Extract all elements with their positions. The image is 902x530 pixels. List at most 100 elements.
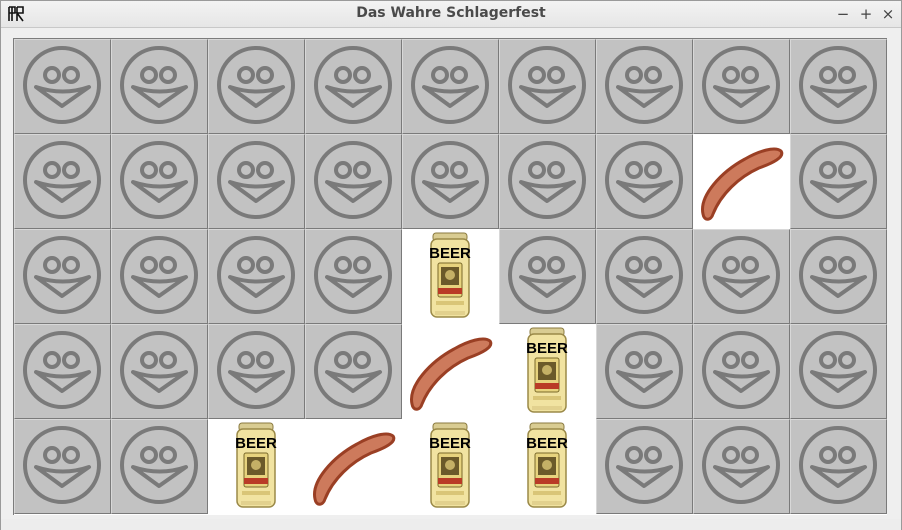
hidden-tile[interactable] bbox=[111, 324, 208, 419]
sausage-icon bbox=[313, 432, 396, 506]
beer-tile[interactable]: BEER bbox=[402, 229, 499, 324]
smiley-icon bbox=[217, 331, 295, 409]
svg-text:BEER: BEER bbox=[526, 340, 568, 357]
hidden-tile[interactable] bbox=[208, 324, 305, 419]
smiley-icon bbox=[120, 331, 198, 409]
smiley-icon bbox=[799, 46, 877, 124]
hidden-tile[interactable] bbox=[402, 134, 499, 229]
smiley-icon bbox=[23, 141, 101, 219]
app-window: Das Wahre Schlagerfest − + × BEER BEER B… bbox=[0, 0, 902, 530]
hidden-tile[interactable] bbox=[14, 134, 111, 229]
svg-text:BEER: BEER bbox=[235, 435, 277, 452]
beer-can-icon: BEER bbox=[526, 422, 568, 508]
hidden-tile[interactable] bbox=[596, 419, 693, 514]
beer-can-icon: BEER bbox=[429, 232, 471, 318]
smiley-icon bbox=[799, 426, 877, 504]
title-bar[interactable]: Das Wahre Schlagerfest − + × bbox=[1, 1, 901, 28]
smiley-icon bbox=[314, 236, 392, 314]
hidden-tile[interactable] bbox=[596, 134, 693, 229]
hidden-tile[interactable] bbox=[111, 419, 208, 514]
hidden-tile[interactable] bbox=[111, 39, 208, 134]
hidden-tile[interactable] bbox=[790, 419, 887, 514]
smiley-icon bbox=[217, 46, 295, 124]
hidden-tile[interactable] bbox=[208, 39, 305, 134]
smiley-icon bbox=[120, 426, 198, 504]
sausage-icon bbox=[410, 337, 493, 411]
smiley-icon bbox=[23, 46, 101, 124]
smiley-icon bbox=[605, 46, 683, 124]
hidden-tile[interactable] bbox=[693, 39, 790, 134]
smiley-icon bbox=[23, 236, 101, 314]
hidden-tile[interactable] bbox=[790, 324, 887, 419]
hidden-tile[interactable] bbox=[111, 229, 208, 324]
hidden-tile[interactable] bbox=[14, 39, 111, 134]
smiley-icon bbox=[314, 141, 392, 219]
hidden-tile[interactable] bbox=[790, 39, 887, 134]
beer-can-icon: BEER bbox=[235, 422, 277, 508]
smiley-icon bbox=[508, 46, 586, 124]
smiley-icon bbox=[314, 46, 392, 124]
hidden-tile[interactable] bbox=[14, 324, 111, 419]
smiley-icon bbox=[702, 426, 780, 504]
close-button[interactable]: × bbox=[878, 4, 898, 24]
svg-text:BEER: BEER bbox=[526, 435, 568, 452]
hidden-tile[interactable] bbox=[208, 134, 305, 229]
hidden-tile[interactable] bbox=[402, 39, 499, 134]
hidden-tile[interactable] bbox=[305, 39, 402, 134]
smiley-icon bbox=[314, 331, 392, 409]
hidden-tile[interactable] bbox=[596, 324, 693, 419]
hidden-tile[interactable] bbox=[208, 229, 305, 324]
smiley-icon bbox=[23, 331, 101, 409]
hidden-tile[interactable] bbox=[790, 229, 887, 324]
hidden-tile[interactable] bbox=[14, 419, 111, 514]
hidden-tile[interactable] bbox=[790, 134, 887, 229]
smiley-icon bbox=[605, 236, 683, 314]
hidden-tile[interactable] bbox=[596, 39, 693, 134]
hidden-tile[interactable] bbox=[693, 324, 790, 419]
hidden-tile[interactable] bbox=[111, 134, 208, 229]
smiley-icon bbox=[120, 141, 198, 219]
sausage-tile[interactable] bbox=[402, 324, 499, 419]
beer-tile[interactable]: BEER bbox=[499, 419, 596, 514]
smiley-icon bbox=[799, 236, 877, 314]
smiley-icon bbox=[508, 236, 586, 314]
smiley-icon bbox=[411, 46, 489, 124]
beer-can-icon: BEER bbox=[526, 327, 568, 413]
beer-tile[interactable]: BEER bbox=[402, 419, 499, 514]
smiley-icon bbox=[605, 331, 683, 409]
svg-text:BEER: BEER bbox=[429, 435, 471, 452]
svg-text:BEER: BEER bbox=[429, 245, 471, 262]
minimize-button[interactable]: − bbox=[833, 4, 853, 24]
hidden-tile[interactable] bbox=[499, 134, 596, 229]
beer-can-icon: BEER bbox=[429, 422, 471, 508]
smiley-icon bbox=[702, 236, 780, 314]
smiley-icon bbox=[217, 141, 295, 219]
hidden-tile[interactable] bbox=[305, 229, 402, 324]
hidden-tile[interactable] bbox=[693, 229, 790, 324]
smiley-icon bbox=[508, 141, 586, 219]
smiley-icon bbox=[217, 236, 295, 314]
hidden-tile[interactable] bbox=[499, 229, 596, 324]
smiley-icon bbox=[23, 426, 101, 504]
hidden-tile[interactable] bbox=[499, 39, 596, 134]
status-strip bbox=[1, 519, 901, 530]
smiley-icon bbox=[605, 141, 683, 219]
sausage-tile[interactable] bbox=[693, 134, 790, 229]
beer-tile[interactable]: BEER bbox=[499, 324, 596, 419]
hidden-tile[interactable] bbox=[14, 229, 111, 324]
beer-tile[interactable]: BEER bbox=[208, 419, 305, 514]
game-board: BEER BEER BEER BEER BEER bbox=[13, 38, 887, 515]
window-title: Das Wahre Schlagerfest bbox=[356, 5, 546, 21]
hidden-tile[interactable] bbox=[693, 419, 790, 514]
smiley-icon bbox=[799, 331, 877, 409]
smiley-icon bbox=[120, 46, 198, 124]
hidden-tile[interactable] bbox=[305, 324, 402, 419]
hidden-tile[interactable] bbox=[305, 134, 402, 229]
sausage-tile[interactable] bbox=[305, 419, 402, 514]
smiley-icon bbox=[702, 46, 780, 124]
maximize-button[interactable]: + bbox=[856, 4, 876, 24]
smiley-icon bbox=[120, 236, 198, 314]
smiley-icon bbox=[702, 331, 780, 409]
hidden-tile[interactable] bbox=[596, 229, 693, 324]
smiley-icon bbox=[411, 141, 489, 219]
